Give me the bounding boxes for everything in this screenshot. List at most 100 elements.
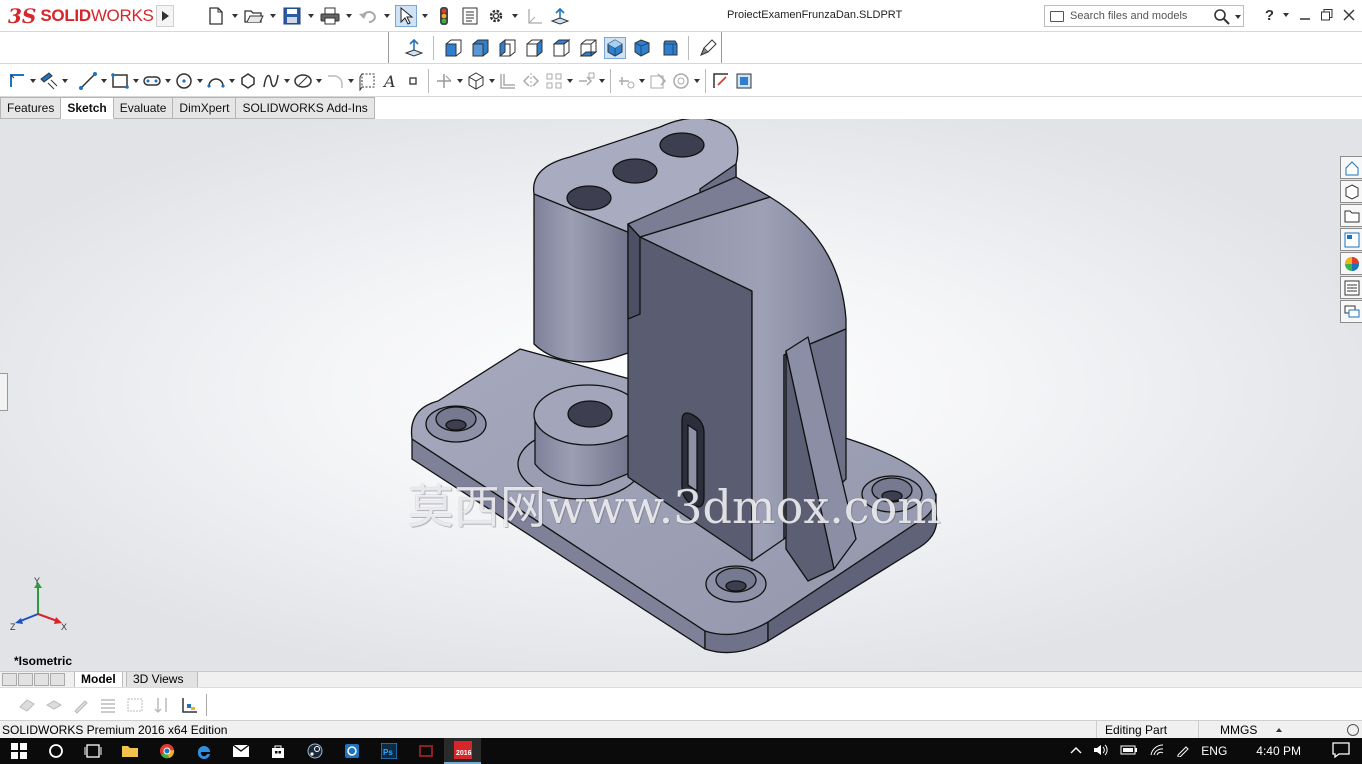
- save-dropdown[interactable]: [307, 5, 315, 27]
- fillet-dropdown[interactable]: [347, 70, 355, 92]
- photoshop-icon[interactable]: Ps: [370, 738, 407, 764]
- store-icon[interactable]: [259, 738, 296, 764]
- undo-icon[interactable]: [357, 5, 379, 27]
- scroll-next-icon[interactable]: [34, 673, 49, 686]
- table-view-icon[interactable]: [124, 694, 146, 716]
- scroll-prev-icon[interactable]: [18, 673, 33, 686]
- select-dropdown[interactable]: [421, 5, 429, 27]
- move-entities-icon[interactable]: [575, 70, 597, 92]
- convert-entities-icon[interactable]: [465, 70, 487, 92]
- media-player-icon[interactable]: [407, 738, 444, 764]
- save-icon[interactable]: [281, 5, 303, 27]
- list-view-icon[interactable]: [97, 694, 119, 716]
- front-view-icon[interactable]: [442, 37, 464, 59]
- tab-dimxpert[interactable]: DimXpert: [173, 97, 237, 119]
- circle-dropdown[interactable]: [196, 70, 204, 92]
- edit-appearance-icon[interactable]: [70, 694, 92, 716]
- close-icon[interactable]: [1342, 8, 1356, 22]
- trimetric-view-icon[interactable]: [631, 37, 653, 59]
- unit-system-selector[interactable]: MMGS: [1198, 721, 1342, 739]
- right-view-icon[interactable]: [523, 37, 545, 59]
- tab-3d-views[interactable]: 3D Views: [126, 672, 198, 688]
- snaps-dropdown[interactable]: [693, 70, 701, 92]
- quick-snaps-icon[interactable]: [670, 70, 692, 92]
- open-folder-icon[interactable]: [243, 5, 265, 27]
- wifi-icon[interactable]: [1149, 743, 1165, 760]
- text-icon[interactable]: A: [379, 70, 401, 92]
- reference-triad-grey-icon[interactable]: [523, 5, 545, 27]
- notifications-icon[interactable]: [1332, 741, 1350, 761]
- options-gear-icon[interactable]: [485, 5, 507, 27]
- bottom-view-icon[interactable]: [577, 37, 599, 59]
- mirror-entities-icon[interactable]: [520, 70, 542, 92]
- scroll-first-icon[interactable]: [2, 673, 17, 686]
- sort-view-icon[interactable]: [151, 694, 173, 716]
- cortana-search-icon[interactable]: [37, 738, 74, 764]
- repair-sketch-icon[interactable]: [647, 70, 669, 92]
- instant2d-icon[interactable]: [710, 70, 732, 92]
- search-dropdown[interactable]: [1234, 6, 1242, 28]
- back-view-icon[interactable]: [469, 37, 491, 59]
- dimension-dropdown[interactable]: [61, 70, 69, 92]
- help-dropdown[interactable]: [1282, 4, 1290, 26]
- file-explorer-icon[interactable]: [1340, 204, 1362, 227]
- fillet-icon[interactable]: [324, 70, 346, 92]
- polygon-icon[interactable]: [237, 70, 259, 92]
- section-view-icon[interactable]: [43, 694, 65, 716]
- appearances-icon[interactable]: [1340, 252, 1362, 275]
- help-icon[interactable]: ?: [1265, 7, 1274, 24]
- solidworks-resources-home-icon[interactable]: [1340, 156, 1362, 179]
- steam-icon[interactable]: [296, 738, 333, 764]
- restore-icon[interactable]: [1320, 8, 1334, 22]
- task-view-icon[interactable]: [74, 738, 111, 764]
- circle-icon[interactable]: [173, 70, 195, 92]
- trim-entities-icon[interactable]: [433, 70, 455, 92]
- spline-dropdown[interactable]: [283, 70, 291, 92]
- move-dropdown[interactable]: [598, 70, 606, 92]
- left-view-icon[interactable]: [496, 37, 518, 59]
- camera-view-icon[interactable]: [16, 694, 38, 716]
- trim-dropdown[interactable]: [456, 70, 464, 92]
- sketch-dropdown[interactable]: [29, 70, 37, 92]
- print-icon[interactable]: [319, 5, 341, 27]
- tab-solidworks-add-ins[interactable]: SOLIDWORKS Add-Ins: [236, 97, 375, 119]
- new-dropdown[interactable]: [231, 5, 239, 27]
- search-icon[interactable]: [1213, 8, 1231, 29]
- file-explorer-taskbar-icon[interactable]: [111, 738, 148, 764]
- pen-workspace-icon[interactable]: [1176, 743, 1190, 760]
- pattern-dropdown[interactable]: [566, 70, 574, 92]
- edge-icon[interactable]: [185, 738, 222, 764]
- ellipse-dropdown[interactable]: [315, 70, 323, 92]
- solidworks-taskbar-icon[interactable]: 2016: [444, 738, 481, 764]
- show-hidden-icons-icon[interactable]: [1070, 744, 1082, 758]
- offset-entities-icon[interactable]: [497, 70, 519, 92]
- print-dropdown[interactable]: [345, 5, 353, 27]
- input-language[interactable]: ENG: [1201, 744, 1227, 758]
- graphics-viewport[interactable]: 莫西网www.3dmox.com Y X Z *Isometric: [0, 119, 1362, 671]
- rectangle-dropdown[interactable]: [132, 70, 140, 92]
- line-dropdown[interactable]: [100, 70, 108, 92]
- app-icon[interactable]: [333, 738, 370, 764]
- tab-features[interactable]: Features: [0, 97, 62, 119]
- arc-dropdown[interactable]: [228, 70, 236, 92]
- relations-dropdown[interactable]: [638, 70, 646, 92]
- slot-icon[interactable]: [141, 70, 163, 92]
- linear-pattern-icon[interactable]: [543, 70, 565, 92]
- tab-model[interactable]: Model: [74, 672, 123, 688]
- view-palette-icon[interactable]: [1340, 228, 1362, 251]
- file-properties-icon[interactable]: [459, 5, 481, 27]
- select-cursor-icon[interactable]: [395, 5, 417, 27]
- options-dropdown[interactable]: [511, 5, 519, 27]
- forum-icon[interactable]: [1340, 300, 1362, 323]
- menu-expand-button[interactable]: [156, 5, 174, 27]
- open-dropdown[interactable]: [269, 5, 277, 27]
- view-orientation-icon[interactable]: [403, 37, 425, 59]
- rectangle-icon[interactable]: [109, 70, 131, 92]
- shaded-sketch-contours-icon[interactable]: [733, 70, 755, 92]
- design-library-icon[interactable]: [1340, 180, 1362, 203]
- smart-dimension-icon[interactable]: [38, 70, 60, 92]
- scroll-last-icon[interactable]: [50, 673, 65, 686]
- spline-icon[interactable]: [260, 70, 282, 92]
- tab-sketch[interactable]: Sketch: [61, 97, 114, 119]
- part-model-3d[interactable]: [0, 119, 1362, 671]
